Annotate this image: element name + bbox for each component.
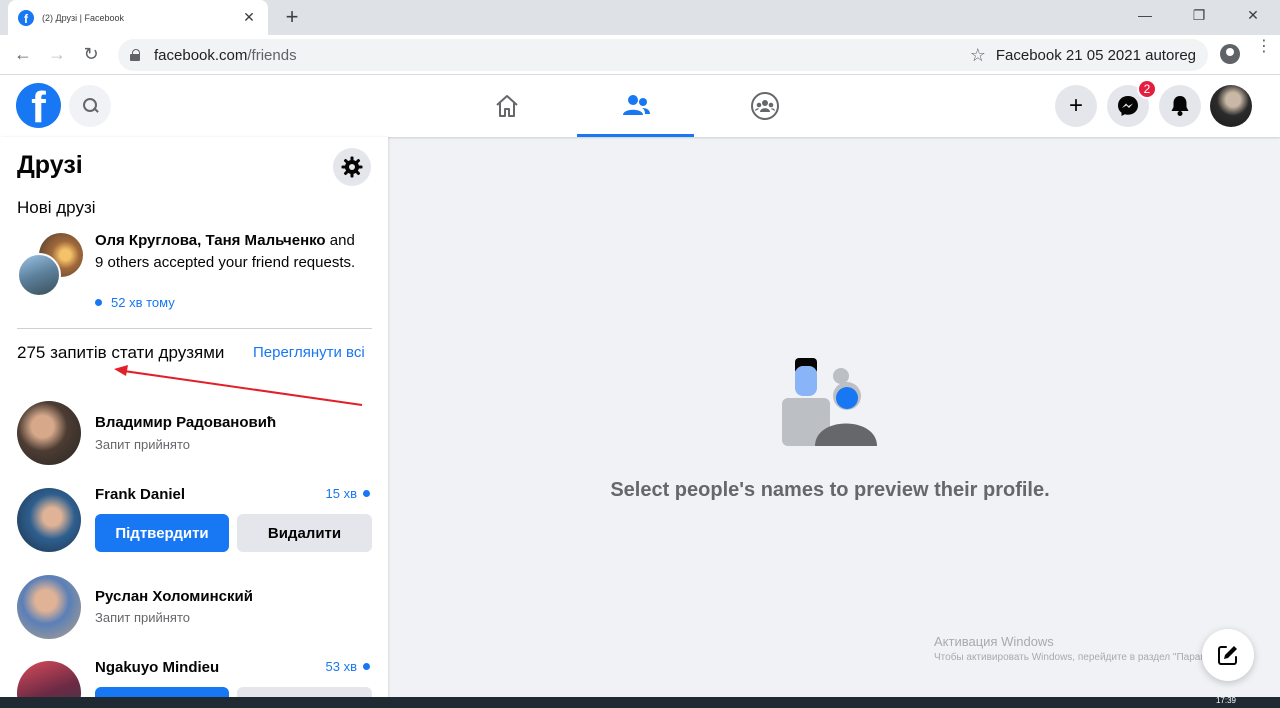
tab-friends[interactable] [577, 75, 694, 137]
divider [17, 328, 372, 329]
new-message-button[interactable] [1202, 629, 1254, 681]
url-host: facebook.com [154, 46, 248, 64]
request-status: Запит прийнято [95, 437, 190, 452]
groups-icon [750, 92, 779, 120]
see-all-link[interactable]: Переглянути всі [253, 344, 365, 361]
close-window-icon[interactable]: ✕ [1226, 0, 1280, 30]
forward-button[interactable]: → [40, 38, 74, 72]
new-friends-text[interactable]: Оля Круглова, Таня Мальченко and 9 other… [95, 230, 375, 273]
request-name[interactable]: Frank Daniel [95, 486, 185, 503]
address-bar[interactable]: facebook.com/friends ☆ Facebook 21 05 20… [118, 39, 1208, 71]
home-icon [495, 95, 518, 117]
tab-groups[interactable] [706, 75, 823, 137]
restore-icon[interactable]: ❐ [1172, 0, 1226, 30]
request-time: 53 хв [326, 659, 370, 674]
tab-home[interactable] [448, 75, 565, 137]
account-avatar[interactable] [1210, 85, 1252, 127]
create-button[interactable]: + [1055, 85, 1097, 127]
url-text: facebook.com/friends [154, 47, 970, 64]
browser-menu-icon[interactable]: ⋮ [1256, 39, 1272, 55]
back-button[interactable]: ← [6, 38, 40, 72]
facebook-logo-icon[interactable]: f [16, 83, 61, 128]
new-friends-time-label: 52 хв тому [111, 295, 175, 310]
new-friends-title: Нові друзі [17, 198, 96, 217]
new-friends-names[interactable]: Оля Круглова, Таня Мальченко [95, 232, 326, 249]
notifications-button[interactable] [1159, 85, 1201, 127]
plus-icon: + [1068, 92, 1083, 119]
request-time: 15 хв [326, 486, 370, 501]
delete-button[interactable]: Видалити [237, 514, 372, 552]
messenger-badge: 2 [1137, 79, 1157, 99]
new-tab-button[interactable]: + [280, 5, 304, 29]
delete-button[interactable] [237, 687, 372, 697]
watermark-title: Активация Windows [934, 634, 1054, 649]
request-name[interactable]: Руслан Холоминский [95, 588, 253, 605]
people-illustration-icon [782, 358, 877, 446]
window-controls: — ❐ ✕ [1118, 0, 1280, 30]
list-item[interactable]: Руслан Холоминский Запит прийнято [17, 575, 372, 639]
minimize-icon[interactable]: — [1118, 0, 1172, 30]
new-friends-time: 52 хв тому [95, 295, 175, 310]
windows-taskbar: 17:39 [0, 697, 1280, 708]
taskbar-clock: 17:39 [1215, 697, 1236, 705]
list-item[interactable]: Владимир Радовановић Запит прийнято [17, 401, 372, 465]
friends-sidebar: Друзі Нові друзі Оля Круглова, Таня Маль… [0, 137, 388, 697]
messenger-icon [1118, 96, 1138, 116]
url-path: /friends [247, 46, 297, 64]
browser-tab[interactable]: f (2) Друзі | Facebook ✕ [8, 0, 268, 35]
confirm-button[interactable] [95, 687, 229, 697]
request-name[interactable]: Владимир Радовановић [95, 414, 276, 431]
browser-tabstrip: f (2) Друзі | Facebook ✕ + — ❐ ✕ [0, 0, 1280, 35]
requests-title: 275 запитів стати друзями [17, 343, 225, 362]
avatar[interactable] [17, 661, 81, 697]
unread-dot [363, 490, 370, 497]
settings-button[interactable] [333, 148, 371, 186]
unread-dot [363, 663, 370, 670]
avatar[interactable] [17, 401, 81, 465]
avatar [17, 253, 61, 297]
search-icon[interactable] [69, 85, 111, 127]
browser-toolbar: ← → ↻ facebook.com/friends ☆ Facebook 21… [0, 35, 1280, 75]
lock-icon [130, 49, 140, 61]
request-status: Запит прийнято [95, 610, 190, 625]
tab-close-icon[interactable]: ✕ [240, 9, 258, 26]
new-friends-and: and [325, 232, 355, 249]
request-time-label: 15 хв [325, 486, 357, 501]
gear-icon [341, 156, 363, 178]
windows-activation-watermark: Активация Windows Чтобы активировать Win… [934, 634, 1236, 663]
avatar[interactable] [17, 575, 81, 639]
new-friends-rest: 9 others accepted your friend requests. [95, 253, 356, 271]
edit-icon [1218, 646, 1237, 665]
facebook-header: f + 2 [0, 75, 1280, 137]
list-item[interactable]: Frank Daniel 15 хв Підтвердити Видалити [17, 486, 372, 552]
reload-button[interactable]: ↻ [74, 38, 108, 72]
tab-title: (2) Друзі | Facebook [42, 12, 124, 23]
main-content: Select people's names to preview their p… [388, 137, 1280, 697]
avatar[interactable] [17, 488, 81, 552]
bookmark-star-icon[interactable]: ☆ [970, 45, 986, 66]
list-item[interactable]: Ngakuyo Mindieu 53 хв [17, 659, 372, 697]
messenger-button[interactable]: 2 [1107, 79, 1157, 127]
friends-icon [622, 95, 650, 115]
request-name[interactable]: Ngakuyo Mindieu [95, 659, 219, 676]
unread-dot [95, 299, 102, 306]
bookmark-label: Facebook 21 05 2021 autoreg [995, 46, 1196, 64]
facebook-favicon-icon: f [18, 9, 34, 26]
profile-icon[interactable] [1220, 44, 1240, 64]
confirm-button[interactable]: Підтвердити [95, 514, 229, 552]
new-friends-avatars[interactable] [17, 233, 85, 299]
watermark-subtitle: Чтобы активировать Windows, перейдите в … [934, 652, 1237, 663]
request-time-label: 53 хв [325, 659, 357, 674]
bell-icon [1171, 96, 1189, 116]
page-title: Друзі [17, 151, 83, 179]
empty-state-text: Select people's names to preview their p… [610, 479, 1050, 501]
